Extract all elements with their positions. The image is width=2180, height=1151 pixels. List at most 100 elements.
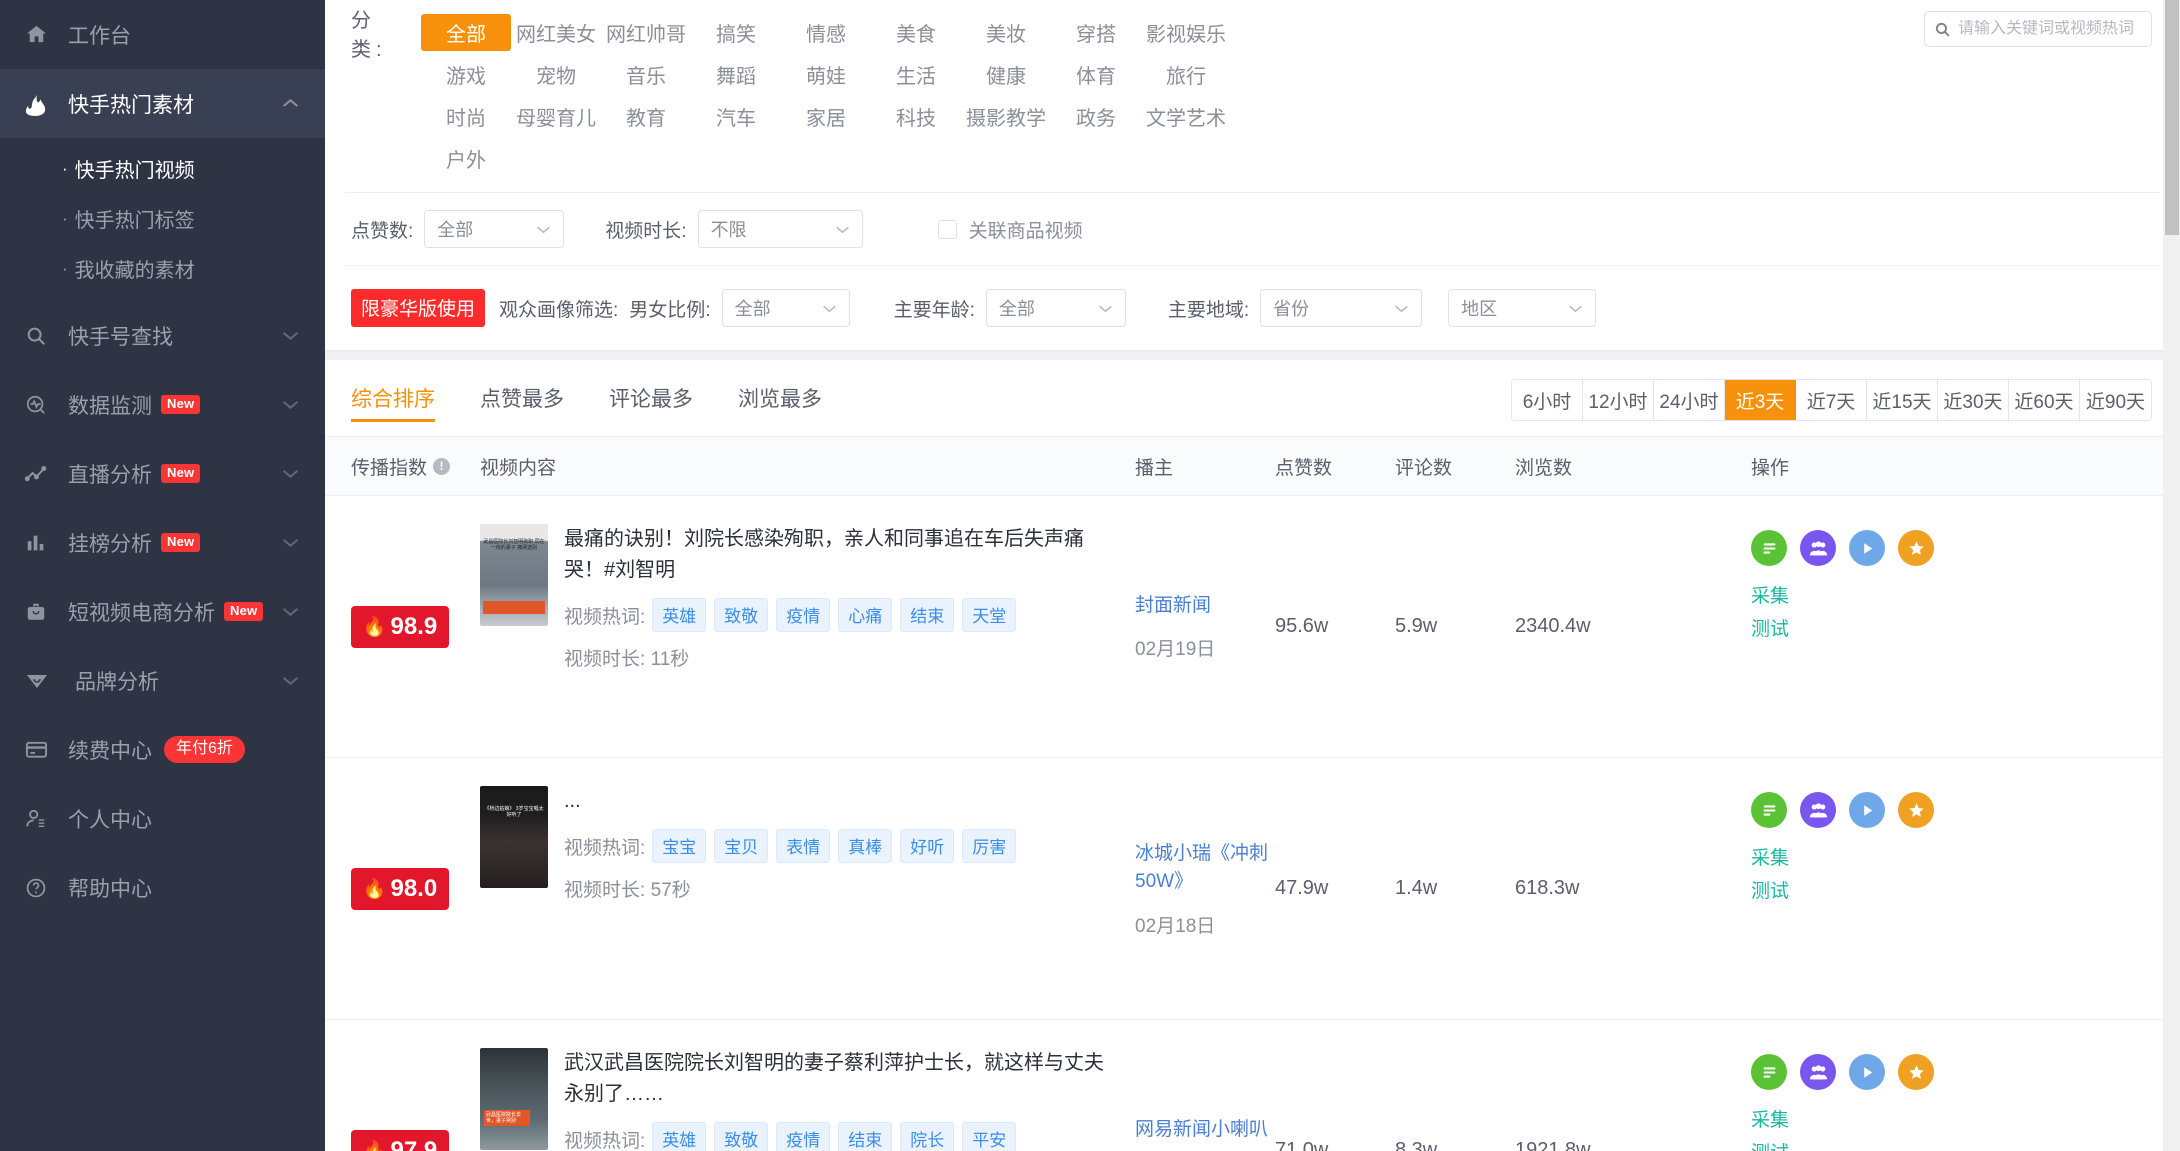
product-video-checkbox[interactable] bbox=[937, 219, 957, 239]
hotword-tag[interactable]: 致敬 bbox=[714, 1122, 769, 1151]
sidebar-item-ranking-analysis[interactable]: 挂榜分析 New bbox=[0, 508, 325, 577]
sidebar-item-data-monitor[interactable]: 数据监测 New bbox=[0, 370, 325, 439]
category-option[interactable]: 美食 bbox=[871, 14, 961, 51]
sidebar-item-live-analysis[interactable]: 直播分析 New bbox=[0, 439, 325, 508]
chevron-up-icon[interactable] bbox=[282, 98, 299, 109]
sidebar-item-help-center[interactable]: 帮助中心 bbox=[0, 853, 325, 922]
category-option[interactable]: 搞笑 bbox=[691, 14, 781, 51]
city-filter-select[interactable]: 地区 bbox=[1448, 289, 1597, 327]
play-icon[interactable] bbox=[1849, 792, 1885, 828]
hotword-tag[interactable]: 宝贝 bbox=[714, 829, 769, 863]
category-option[interactable]: 影视娱乐 bbox=[1141, 14, 1231, 51]
chevron-down-icon[interactable] bbox=[282, 399, 299, 410]
category-option[interactable]: 情感 bbox=[781, 14, 871, 51]
scrollbar-thumb[interactable] bbox=[2165, 0, 2179, 235]
hotword-tag[interactable]: 院长 bbox=[900, 1122, 955, 1151]
category-option[interactable]: 体育 bbox=[1051, 56, 1141, 93]
sidebar-subitem-favorites[interactable]: · 我收藏的素材 bbox=[0, 243, 325, 293]
category-option[interactable]: 宠物 bbox=[511, 56, 601, 93]
test-link[interactable]: 测试 bbox=[1751, 1137, 2180, 1151]
chevron-down-icon[interactable] bbox=[282, 537, 299, 548]
province-filter-select[interactable]: 省份 bbox=[1260, 289, 1423, 327]
duration-filter-select[interactable]: 不限 bbox=[697, 210, 863, 248]
audience-icon[interactable] bbox=[1800, 530, 1836, 566]
age-filter-select[interactable]: 全部 bbox=[985, 289, 1126, 327]
hotword-tag[interactable]: 厉害 bbox=[962, 829, 1017, 863]
video-thumbnail[interactable]: 武昌医院院长去世，妻子哭别 bbox=[480, 1048, 548, 1150]
category-option[interactable]: 摄影教学 bbox=[961, 98, 1051, 135]
sort-tab-most-views[interactable]: 浏览最多 bbox=[738, 360, 822, 436]
favorite-star-icon[interactable] bbox=[1898, 530, 1934, 566]
sort-tab-most-comments[interactable]: 评论最多 bbox=[609, 360, 693, 436]
sidebar-item-ecommerce-analysis[interactable]: 短视频电商分析 New bbox=[0, 577, 325, 646]
sidebar-item-renewal-center[interactable]: 续费中心 年付6折 bbox=[0, 715, 325, 784]
category-option[interactable]: 网红帅哥 bbox=[601, 14, 691, 51]
sort-tab-comprehensive[interactable]: 综合排序 bbox=[351, 360, 435, 436]
transcript-icon[interactable] bbox=[1751, 1054, 1787, 1090]
category-option[interactable]: 穿搭 bbox=[1051, 14, 1141, 51]
hotword-tag[interactable]: 天堂 bbox=[962, 598, 1017, 632]
sidebar-item-workbench[interactable]: 工作台 bbox=[0, 0, 325, 69]
sidebar-item-account-search[interactable]: 快手号查找 bbox=[0, 301, 325, 370]
video-thumbnail[interactable]: 武昌医院长刘智明殉职 同在一线的妻子 痛哭送别 bbox=[480, 524, 548, 626]
time-range-15d[interactable]: 近15天 bbox=[1867, 380, 1938, 420]
category-option[interactable]: 时尚 bbox=[421, 98, 511, 135]
category-option[interactable]: 音乐 bbox=[601, 56, 691, 93]
transcript-icon[interactable] bbox=[1751, 530, 1787, 566]
sidebar-item-hot-material[interactable]: 快手热门素材 bbox=[0, 69, 325, 138]
collect-link[interactable]: 采集 bbox=[1751, 1104, 2180, 1137]
time-range-30d[interactable]: 近30天 bbox=[1938, 380, 2009, 420]
sidebar-item-brand-analysis[interactable]: 品牌分析 bbox=[0, 646, 325, 715]
time-range-90d[interactable]: 近90天 bbox=[2080, 380, 2151, 420]
favorite-star-icon[interactable] bbox=[1898, 792, 1934, 828]
category-option[interactable]: 美妆 bbox=[961, 14, 1051, 51]
chevron-down-icon[interactable] bbox=[282, 468, 299, 479]
category-option[interactable]: 科技 bbox=[871, 98, 961, 135]
category-option[interactable]: 户外 bbox=[421, 140, 511, 177]
info-icon[interactable]: ! bbox=[433, 457, 451, 475]
search-box[interactable]: ⏎ bbox=[1924, 11, 2180, 47]
hotword-tag[interactable]: 英雄 bbox=[652, 598, 707, 632]
favorite-star-icon[interactable] bbox=[1898, 1054, 1934, 1090]
play-icon[interactable] bbox=[1849, 1054, 1885, 1090]
chevron-down-icon[interactable] bbox=[282, 675, 299, 686]
transcript-icon[interactable] bbox=[1751, 792, 1787, 828]
category-option[interactable]: 生活 bbox=[871, 56, 961, 93]
time-range-12h[interactable]: 12小时 bbox=[1583, 380, 1654, 420]
hotword-tag[interactable]: 表情 bbox=[776, 829, 831, 863]
category-option[interactable]: 旅行 bbox=[1141, 56, 1231, 93]
category-option[interactable]: 家居 bbox=[781, 98, 871, 135]
chevron-down-icon[interactable] bbox=[282, 606, 299, 617]
search-input[interactable] bbox=[1958, 20, 2165, 38]
time-range-3d[interactable]: 近3天 bbox=[1725, 380, 1796, 420]
category-option[interactable]: 健康 bbox=[961, 56, 1051, 93]
vertical-scrollbar[interactable] bbox=[2163, 0, 2180, 1151]
sort-tab-most-likes[interactable]: 点赞最多 bbox=[480, 360, 564, 436]
hotword-tag[interactable]: 英雄 bbox=[652, 1122, 707, 1151]
category-option[interactable]: 游戏 bbox=[421, 56, 511, 93]
time-range-24h[interactable]: 24小时 bbox=[1654, 380, 1725, 420]
likes-filter-select[interactable]: 全部 bbox=[424, 210, 565, 248]
category-option[interactable]: 舞蹈 bbox=[691, 56, 781, 93]
category-option-all[interactable]: 全部 bbox=[421, 14, 511, 51]
hotword-tag[interactable]: 心痛 bbox=[838, 598, 893, 632]
hotword-tag[interactable]: 宝宝 bbox=[652, 829, 707, 863]
author-link[interactable]: 网易新闻小喇叭 bbox=[1135, 1116, 1268, 1145]
gender-filter-select[interactable]: 全部 bbox=[721, 289, 850, 327]
collect-link[interactable]: 采集 bbox=[1751, 580, 2180, 613]
hotword-tag[interactable]: 结束 bbox=[900, 598, 955, 632]
hotword-tag[interactable]: 好听 bbox=[900, 829, 955, 863]
time-range-60d[interactable]: 近60天 bbox=[2009, 380, 2080, 420]
sidebar-item-personal-center[interactable]: 个人中心 bbox=[0, 784, 325, 853]
hotword-tag[interactable]: 真棒 bbox=[838, 829, 893, 863]
author-link[interactable]: 封面新闻 bbox=[1135, 592, 1215, 621]
chevron-down-icon[interactable] bbox=[282, 330, 299, 341]
category-option[interactable]: 汽车 bbox=[691, 98, 781, 135]
play-icon[interactable] bbox=[1849, 530, 1885, 566]
time-range-7d[interactable]: 近7天 bbox=[1796, 380, 1867, 420]
test-link[interactable]: 测试 bbox=[1751, 613, 2180, 646]
hotword-tag[interactable]: 疫情 bbox=[776, 598, 831, 632]
hotword-tag[interactable]: 疫情 bbox=[776, 1122, 831, 1151]
hotword-tag[interactable]: 结束 bbox=[838, 1122, 893, 1151]
category-option[interactable]: 母婴育儿 bbox=[511, 98, 601, 135]
